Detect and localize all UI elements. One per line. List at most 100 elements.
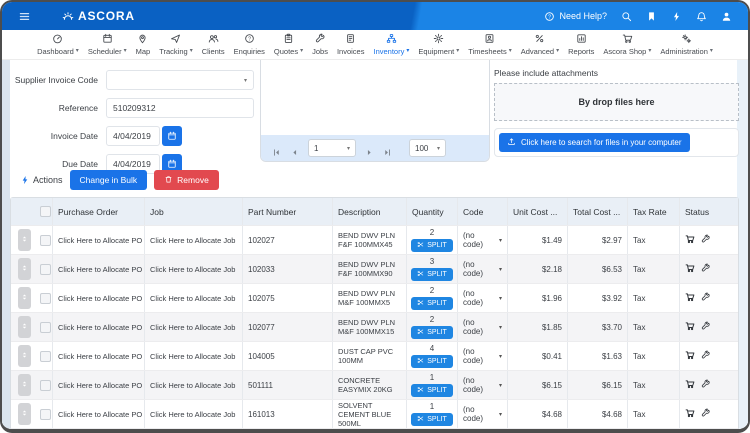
- search-icon[interactable]: [621, 11, 632, 22]
- split-button[interactable]: SPLIT: [411, 326, 453, 339]
- invoice-date-calendar-button[interactable]: [162, 126, 182, 146]
- reference-input[interactable]: [106, 98, 254, 118]
- wrench-icon[interactable]: [701, 379, 711, 391]
- allocate-job-link[interactable]: Click Here to Allocate Job: [145, 284, 243, 312]
- nav-item-ascora-shop[interactable]: Ascora Shop ▾: [603, 33, 651, 55]
- row-checkbox[interactable]: [39, 379, 51, 391]
- wrench-icon[interactable]: [701, 408, 711, 420]
- allocate-job-link[interactable]: Click Here to Allocate Job: [145, 342, 243, 370]
- status-cell: [680, 400, 738, 428]
- drag-handle[interactable]: [18, 258, 31, 280]
- nav-item-advanced[interactable]: Advanced ▾: [521, 33, 559, 55]
- drag-handle[interactable]: [18, 229, 31, 251]
- last-page-button[interactable]: [383, 144, 392, 156]
- allocate-po-link[interactable]: Click Here to Allocate PO: [53, 255, 145, 283]
- allocate-job-link[interactable]: Click Here to Allocate Job: [145, 371, 243, 399]
- part-number-value: 104005: [243, 342, 333, 370]
- split-button[interactable]: SPLIT: [411, 384, 453, 397]
- cart-icon[interactable]: [685, 379, 695, 391]
- code-select[interactable]: (no code) ▾: [458, 342, 508, 370]
- row-checkbox[interactable]: [39, 292, 51, 304]
- split-button[interactable]: SPLIT: [411, 297, 453, 310]
- nav-item-jobs[interactable]: Jobs ▾: [312, 33, 328, 55]
- nav-item-scheduler[interactable]: Scheduler ▾: [88, 33, 127, 55]
- code-select[interactable]: (no code) ▾: [458, 371, 508, 399]
- code-select[interactable]: (no code) ▾: [458, 226, 508, 254]
- next-page-button[interactable]: [365, 144, 374, 155]
- page-select[interactable]: 1 ▾: [308, 139, 356, 157]
- allocate-po-link[interactable]: Click Here to Allocate PO: [53, 400, 145, 428]
- nav-item-timesheets[interactable]: Timesheets ▾: [468, 33, 512, 55]
- code-select[interactable]: (no code) ▾: [458, 255, 508, 283]
- allocate-job-link[interactable]: Click Here to Allocate Job: [145, 400, 243, 428]
- allocate-job-link[interactable]: Click Here to Allocate Job: [145, 226, 243, 254]
- allocate-po-link[interactable]: Click Here to Allocate PO: [53, 284, 145, 312]
- nav-item-inventory[interactable]: Inventory ▾: [373, 33, 409, 55]
- nav-item-enquiries[interactable]: ? Enquiries ▾: [234, 33, 265, 55]
- allocate-po-link[interactable]: Click Here to Allocate PO: [53, 371, 145, 399]
- user-profile-icon[interactable]: [721, 11, 732, 22]
- notifications-bell-icon[interactable]: [696, 11, 707, 22]
- hamburger-menu-icon[interactable]: [18, 10, 31, 23]
- tracking-icon: [170, 33, 181, 46]
- drag-handle[interactable]: [18, 345, 31, 367]
- code-select[interactable]: (no code) ▾: [458, 313, 508, 341]
- cart-icon[interactable]: [685, 234, 695, 246]
- select-all-checkbox[interactable]: [39, 206, 51, 217]
- code-select[interactable]: (no code) ▾: [458, 400, 508, 428]
- cart-icon[interactable]: [685, 292, 695, 304]
- remove-button[interactable]: Remove: [154, 170, 219, 190]
- code-select[interactable]: ▾: [458, 429, 508, 433]
- nav-item-tracking[interactable]: Tracking ▾: [159, 33, 193, 55]
- bookmark-icon[interactable]: [646, 11, 657, 22]
- nav-item-map[interactable]: Map ▾: [136, 33, 150, 55]
- supplier-invoice-code-select[interactable]: ▾: [106, 70, 254, 90]
- split-button[interactable]: SPLIT: [411, 268, 453, 281]
- drag-handle[interactable]: [18, 403, 31, 425]
- drag-handle[interactable]: [18, 287, 31, 309]
- row-checkbox[interactable]: [39, 350, 51, 362]
- row-checkbox[interactable]: [39, 263, 51, 275]
- invoice-date-input[interactable]: [106, 126, 160, 146]
- allocate-po-link[interactable]: [53, 429, 145, 433]
- cart-icon[interactable]: [685, 408, 695, 420]
- wrench-icon[interactable]: [701, 350, 711, 362]
- nav-item-clients[interactable]: Clients ▾: [202, 33, 225, 55]
- split-button[interactable]: SPLIT: [411, 413, 453, 426]
- allocate-po-link[interactable]: Click Here to Allocate PO: [53, 226, 145, 254]
- allocate-po-link[interactable]: Click Here to Allocate PO: [53, 313, 145, 341]
- wrench-icon[interactable]: [701, 234, 711, 246]
- wrench-icon[interactable]: [701, 321, 711, 333]
- allocate-job-link[interactable]: Click Here to Allocate Job: [145, 255, 243, 283]
- nav-item-reports[interactable]: Reports ▾: [568, 33, 594, 55]
- split-button[interactable]: SPLIT: [411, 355, 453, 368]
- first-page-button[interactable]: [272, 144, 281, 156]
- code-select[interactable]: (no code) ▾: [458, 284, 508, 312]
- allocate-po-link[interactable]: Click Here to Allocate PO: [53, 342, 145, 370]
- row-checkbox[interactable]: [39, 234, 51, 246]
- drag-handle[interactable]: [18, 316, 31, 338]
- nav-item-quotes[interactable]: Quotes ▾: [274, 33, 303, 55]
- nav-item-dashboard[interactable]: Dashboard ▾: [37, 33, 79, 55]
- row-checkbox[interactable]: [39, 408, 51, 420]
- drag-handle[interactable]: [18, 374, 31, 396]
- nav-item-administration[interactable]: Administration ▾: [660, 33, 713, 55]
- page-size-select[interactable]: 100 ▾: [409, 139, 446, 157]
- split-button[interactable]: SPLIT: [411, 239, 453, 252]
- previous-page-button[interactable]: [290, 144, 299, 155]
- lightning-icon[interactable]: [671, 11, 682, 22]
- wrench-icon[interactable]: [701, 263, 711, 275]
- allocate-job-link[interactable]: Click Here to Allocate Job: [145, 313, 243, 341]
- change-in-bulk-button[interactable]: Change in Bulk: [69, 170, 148, 190]
- wrench-icon[interactable]: [701, 292, 711, 304]
- nav-item-equipment[interactable]: Equipment ▾: [418, 33, 459, 55]
- cart-icon[interactable]: [685, 263, 695, 275]
- browse-files-button[interactable]: Click here to search for files in your c…: [499, 133, 690, 152]
- need-help-button[interactable]: ? Need Help?: [544, 11, 607, 22]
- cart-icon[interactable]: [685, 321, 695, 333]
- nav-item-invoices[interactable]: Invoices ▾: [337, 33, 364, 55]
- cart-icon[interactable]: [685, 350, 695, 362]
- row-checkbox[interactable]: [39, 321, 51, 333]
- file-dropzone[interactable]: By drop files here: [494, 83, 739, 121]
- allocate-job-link[interactable]: [145, 429, 243, 433]
